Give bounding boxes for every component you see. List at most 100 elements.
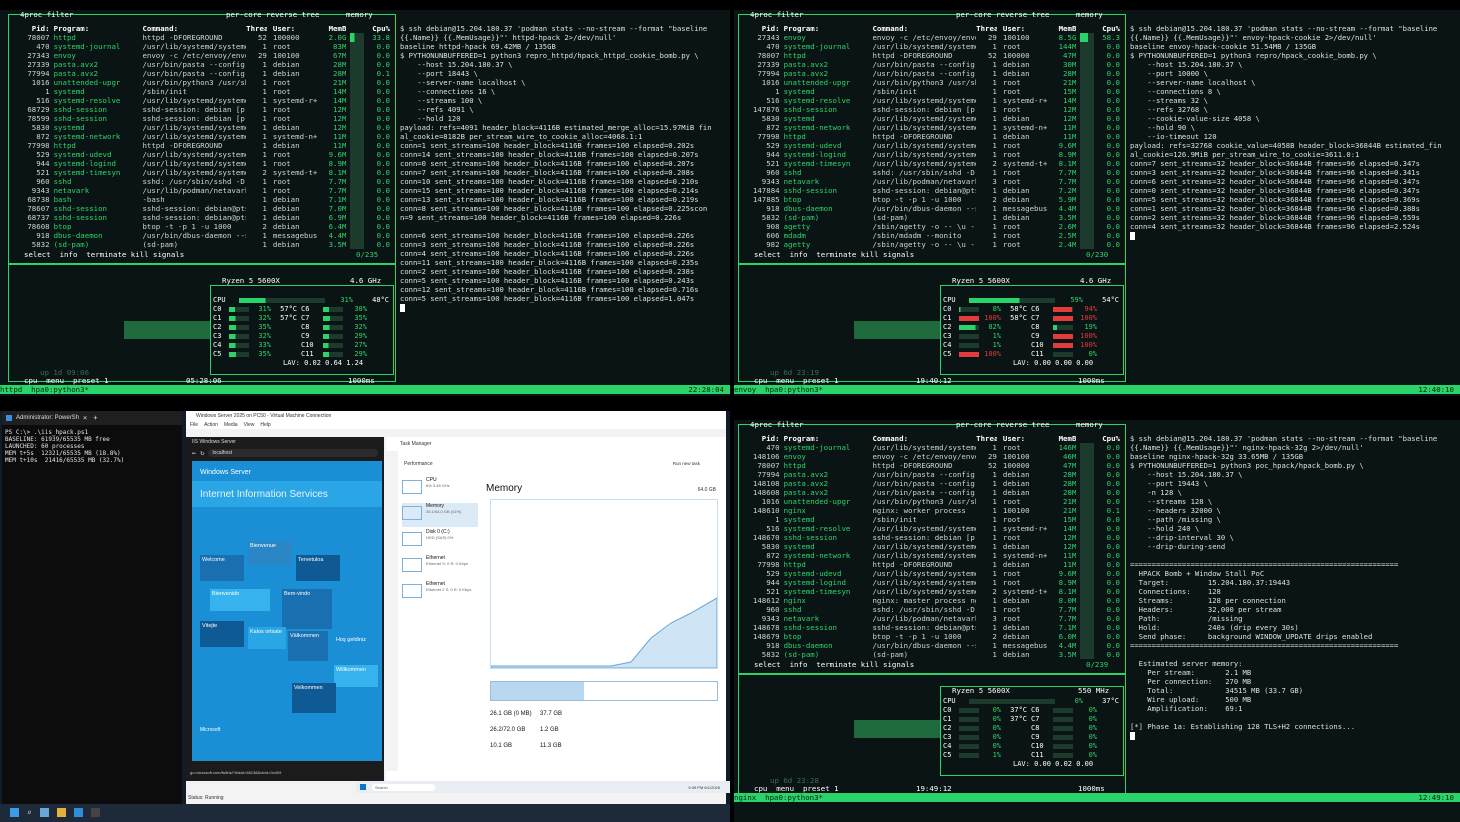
table-row[interactable]: 944 systemd-logind/usr/lib/systemd/system… — [740, 578, 1120, 587]
table-row[interactable]: 68738 bash -bash 1 debian 7.1M 0.0 — [10, 195, 390, 204]
table-row[interactable]: 78007 httpd httpd -DFOREGROUND 52 100000 2.0G… — [10, 33, 390, 42]
vm-menu-item[interactable]: View — [244, 421, 255, 429]
table-row[interactable]: 77994 pasta.avx2/usr/bin/pasta --config- 1… — [740, 69, 1120, 78]
table-row[interactable]: 68737 sshd-session sshd-session: debian@pt… — [10, 213, 390, 222]
htop-footer[interactable]: select info terminate kill signals — [24, 250, 184, 259]
table-row[interactable]: 529 systemd-udevd/usr/lib/systemd/systemd… — [740, 569, 1120, 578]
table-row[interactable]: 27339 pasta.avx2/usr/bin/pasta --config- 1… — [10, 60, 390, 69]
sort-options[interactable]: per-core reverse tree — [956, 420, 1049, 429]
terminal-cursor[interactable] — [1130, 232, 1135, 240]
column-cpu[interactable]: Cpu% — [1094, 434, 1120, 443]
table-row[interactable]: 5832 (sd-pam) (sd-pam) 1 debian 3.5M 0.0 — [740, 213, 1120, 222]
table-row[interactable]: 77994 pasta.avx2/usr/bin/pasta --config- 1… — [10, 69, 390, 78]
powershell-tab[interactable]: Administrator: PowerSh — [16, 415, 79, 421]
start-icon[interactable] — [10, 808, 19, 817]
table-row[interactable]: 148108 pasta.avx2/usr/bin/pasta --config-… — [740, 479, 1120, 488]
table-row[interactable]: 148678 sshd-session sshd-session: debian@p… — [740, 623, 1120, 632]
table-row[interactable]: 77994 pasta.avx2/usr/bin/pasta --config- 1… — [740, 470, 1120, 479]
table-row[interactable]: 147876 sshd-session sshd-session: debian [… — [740, 105, 1120, 114]
proc-label[interactable]: proc — [754, 10, 772, 19]
table-row[interactable]: 78608 btop btop -t -p 1 -u 1000 2 debian 6.4M… — [10, 222, 390, 231]
tm-item[interactable]: CPU 6% 3.48 GHz — [402, 477, 478, 501]
cpu-footer[interactable]: cpu menu preset 1 — [24, 376, 109, 385]
table-row[interactable]: 982 agetty/sbin/agetty -o -- \u -- 1 root 2.… — [740, 240, 1120, 249]
table-row[interactable]: 470 systemd-journal/usr/lib/systemd/syste… — [740, 42, 1120, 51]
cpu-footer[interactable]: cpu menu preset 1 — [754, 376, 839, 385]
table-row[interactable]: 5830 systemd/usr/lib/systemd/systemd 1 debi… — [740, 114, 1120, 123]
column-pid[interactable]: Pid: — [740, 24, 780, 33]
vm-connection-window[interactable]: Windows Server 2025 on PC50 - Virtual Ma… — [186, 411, 730, 807]
terminal-icon[interactable] — [90, 808, 100, 817]
table-row[interactable]: 908 agetty/sbin/agetty -o -- \u -- 1 root 2.… — [740, 222, 1120, 231]
tmux-window[interactable]: nginx hpa0:python3* — [734, 793, 823, 802]
explorer-icon[interactable] — [56, 808, 66, 817]
table-row[interactable]: 521 systemd-timesyn/usr/lib/systemd/syste… — [740, 159, 1120, 168]
table-row[interactable]: 147885 btop btop -t -p 1 -u 1000 2 debian 5.9… — [740, 195, 1120, 204]
vm-menu-item[interactable]: Action — [204, 421, 218, 429]
refresh-rate[interactable]: 1000ms — [1078, 376, 1105, 385]
close-tab-icon[interactable]: × — [83, 414, 87, 422]
refresh-icon[interactable]: ↻ — [200, 449, 204, 457]
tm-nav[interactable] — [386, 451, 398, 771]
filter-label[interactable]: filter — [777, 10, 804, 19]
new-tab-icon[interactable]: + — [93, 414, 97, 422]
refresh-rate[interactable]: 1000ms — [348, 376, 375, 385]
table-row[interactable]: 9343 netavark/usr/lib/podman/netavark 1 roo… — [10, 186, 390, 195]
table-row[interactable]: 27343 envoy envoy -c /etc/envoy/envo 29 1001… — [10, 51, 390, 60]
htop-footer[interactable]: select info terminate kill signals — [754, 660, 914, 669]
search-icon[interactable]: ⌕ — [27, 808, 32, 817]
sort-options[interactable]: per-core reverse tree — [956, 10, 1049, 19]
table-row[interactable]: 27343 envoy envoy -c /etc/envoy/envo 29 1001… — [740, 33, 1120, 42]
table-row[interactable]: 516 systemd-resolve/usr/lib/systemd/syste… — [740, 524, 1120, 533]
column-pid[interactable]: Pid: — [740, 434, 780, 443]
table-row[interactable]: 960 sshd sshd: /usr/sbin/sshd -D 1 root 7.7M 0… — [740, 168, 1120, 177]
table-row[interactable]: 1016 unattended-upgr/usr/bin/python3 /usr… — [10, 78, 390, 87]
tmux-window[interactable]: envoy hpa0:python3* — [734, 385, 823, 394]
column-pid[interactable]: Pid: — [10, 24, 50, 33]
terminal-cursor[interactable] — [1130, 732, 1135, 740]
table-row[interactable]: 918 dbus-daemon/usr/bin/dbus-daemon --s 1 m… — [740, 641, 1120, 650]
address-bar[interactable]: localhost — [208, 449, 378, 457]
table-row[interactable]: 918 dbus-daemon/usr/bin/dbus-daemon --s 1 m… — [10, 231, 390, 240]
table-row[interactable]: 1 systemd/sbin/init 1 root 15M 0.0 — [740, 87, 1120, 96]
table-row[interactable]: 9343 netavark/usr/lib/podman/netavark 3 roo… — [740, 614, 1120, 623]
filter-label[interactable]: filter — [47, 10, 74, 19]
refresh-rate[interactable]: 1000ms — [1078, 784, 1105, 793]
table-row[interactable]: 77998 httpd httpd -DFOREGROUND 1 debian 11M 0.… — [740, 132, 1120, 141]
table-row[interactable]: 148679 btop btop -t -p 1 -u 1000 2 debian 6.0… — [740, 632, 1120, 641]
column-user[interactable]: User: — [997, 24, 1048, 33]
table-row[interactable]: 5830 systemd/usr/lib/systemd/systemd 1 debi… — [740, 542, 1120, 551]
table-row[interactable]: 147884 sshd-session sshd-session: debian@p… — [740, 186, 1120, 195]
tm-item[interactable]: Ethernet Ethernet 2 S: 0 R: 0 Kbps — [402, 581, 478, 605]
table-row[interactable]: 78599 sshd-session sshd-session: debian [p… — [10, 114, 390, 123]
column-program[interactable]: Program: — [780, 24, 869, 33]
table-row[interactable]: 521 systemd-timesyn/usr/lib/systemd/syste… — [10, 168, 390, 177]
column-mem[interactable]: MemB — [1048, 434, 1077, 443]
table-row[interactable]: 1016 unattended-upgr/usr/bin/python3 /usr… — [740, 78, 1120, 87]
column-program[interactable]: Program: — [50, 24, 139, 33]
column-cpu[interactable]: Cpu% — [364, 24, 390, 33]
table-row[interactable]: 944 systemd-logind/usr/lib/systemd/system… — [10, 159, 390, 168]
memory-toggle[interactable]: memory — [1076, 10, 1103, 19]
column-threads[interactable]: Threads: — [246, 24, 267, 33]
column-user[interactable]: User: — [267, 24, 318, 33]
vm-menu-item[interactable]: Help — [260, 421, 270, 429]
table-row[interactable]: 148610 nginx nginx: worker process 1 100100 2… — [740, 506, 1120, 515]
tmux-window[interactable]: httpd hpa0:python3* — [0, 385, 89, 394]
cpu-footer[interactable]: cpu menu preset 1 — [754, 784, 839, 793]
table-row[interactable]: 68729 sshd-session sshd-session: debian [p… — [10, 105, 390, 114]
table-row[interactable]: 1 systemd/sbin/init 1 root 14M 0.0 — [10, 87, 390, 96]
table-row[interactable]: 606 mdadm/sbin/mdadm --monito 1 root 2.5M 0.0 — [740, 231, 1120, 240]
tm-item[interactable]: Memory 26.1/64.0 GB (41%) — [402, 503, 478, 527]
terminal-cursor[interactable] — [400, 304, 405, 312]
table-row[interactable]: 78007 httpd httpd -DFOREGROUND 52 100000 47M 0… — [740, 461, 1120, 470]
table-row[interactable]: 5832 (sd-pam) (sd-pam) 1 debian 3.5M 0.0 — [10, 240, 390, 249]
table-row[interactable]: 960 sshd sshd: /usr/sbin/sshd -D 1 root 7.7M 0… — [740, 605, 1120, 614]
column-mem[interactable]: MemB — [1048, 24, 1077, 33]
table-row[interactable]: 521 systemd-timesyn/usr/lib/systemd/syste… — [740, 587, 1120, 596]
table-row[interactable]: 960 sshd sshd: /usr/sbin/sshd -D 1 root 7.7M 0… — [10, 177, 390, 186]
column-cpu[interactable]: Cpu% — [1094, 24, 1120, 33]
run-new-task-button[interactable]: Run new task — [673, 461, 700, 466]
table-row[interactable]: 5830 systemd/usr/lib/systemd/systemd 1 debi… — [10, 123, 390, 132]
table-row[interactable]: 872 systemd-network/usr/lib/systemd/syste… — [10, 132, 390, 141]
